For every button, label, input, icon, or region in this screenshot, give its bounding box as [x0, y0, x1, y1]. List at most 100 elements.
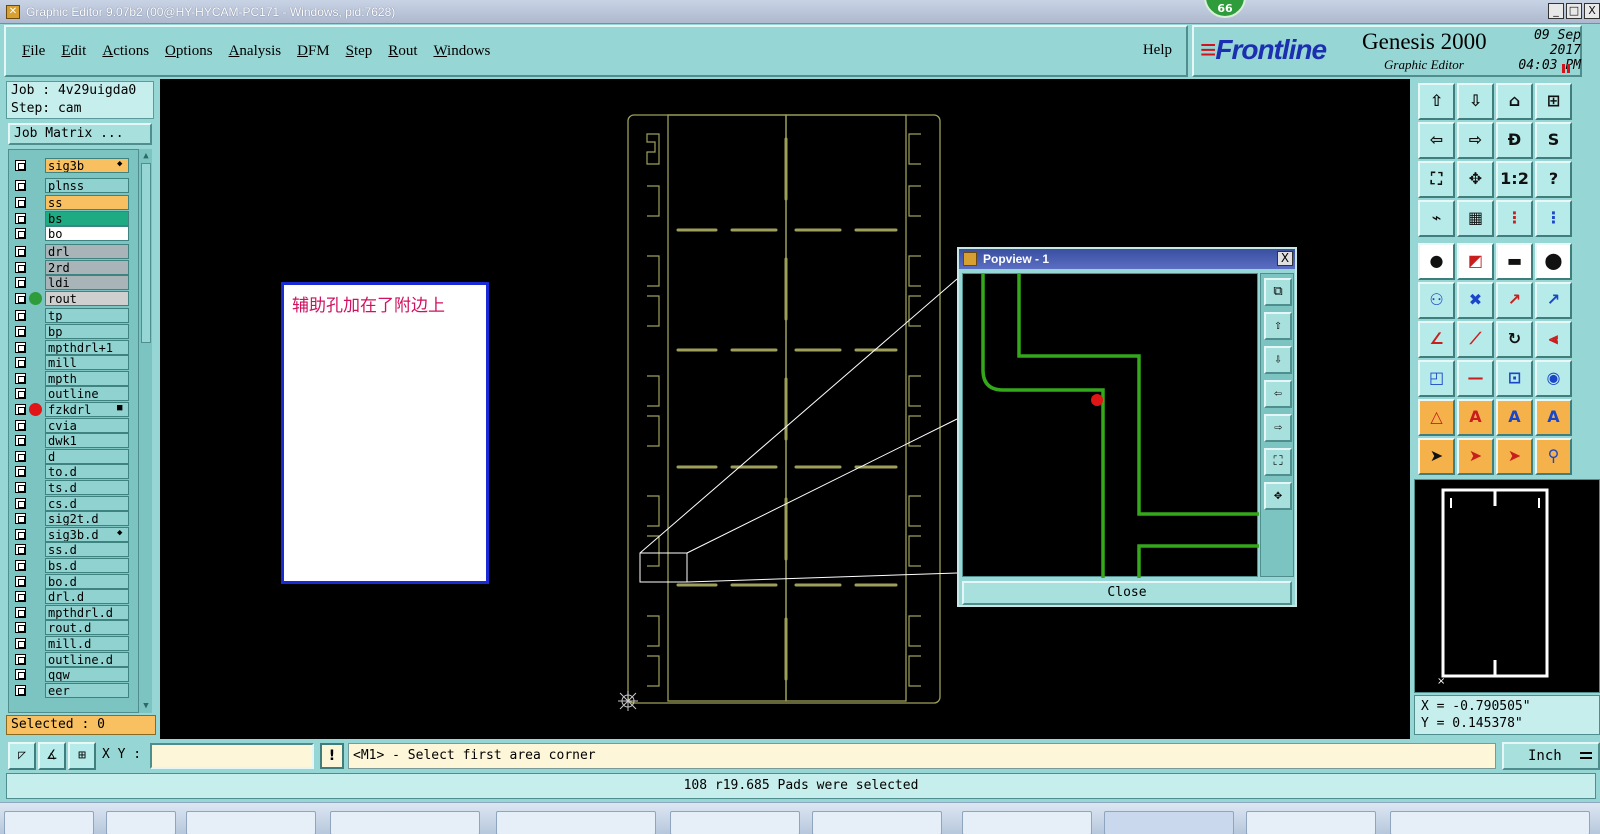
layer-row[interactable]: sig3b.d ◆ — [9, 526, 143, 542]
ruler-icon[interactable]: ▬ — [1496, 243, 1533, 280]
scrollbar-thumb[interactable] — [141, 163, 151, 343]
home-icon[interactable]: ⌂ — [1496, 83, 1533, 120]
layer-row[interactable]: fzkdrl ■ — [9, 402, 143, 417]
menu-item[interactable]: Analysis — [229, 43, 282, 60]
layer-row[interactable]: sig2t.d — [9, 511, 143, 527]
layer-checkbox[interactable] — [15, 160, 26, 171]
layer-checkbox[interactable] — [15, 292, 26, 304]
popview-zoom-icon[interactable]: ⧉ — [1264, 278, 1292, 306]
delete-icon[interactable]: ✖ — [1457, 282, 1494, 319]
pause-icon[interactable] — [1562, 64, 1570, 73]
layer-row[interactable]: d — [9, 448, 143, 464]
layer-checkbox[interactable] — [15, 197, 26, 209]
layer-checkbox[interactable] — [15, 261, 26, 273]
select-area-icon[interactable]: △ — [1418, 399, 1455, 436]
menu-item[interactable]: Edit — [61, 43, 86, 60]
add-pad-icon[interactable]: ● — [1418, 243, 1455, 280]
layer-row[interactable]: rout — [9, 290, 143, 306]
layer-checkbox[interactable] — [15, 212, 26, 224]
layer-checkbox[interactable] — [15, 669, 26, 681]
layer-filter-icon[interactable]: ⋮ — [1496, 200, 1533, 237]
popview-canvas[interactable] — [962, 273, 1259, 578]
layer-checkbox[interactable] — [15, 591, 26, 603]
menu-item[interactable]: DFM — [297, 43, 330, 60]
snap-icon[interactable]: S — [1535, 122, 1572, 159]
layer-row[interactable]: bo.d — [9, 573, 143, 589]
layer-checkbox[interactable] — [15, 246, 26, 257]
layer-checkbox[interactable] — [15, 310, 26, 322]
layer-checkbox[interactable] — [15, 622, 26, 634]
redraw-icon[interactable]: Ð — [1496, 122, 1533, 159]
close-window-button[interactable]: X — [1584, 3, 1600, 19]
layer-row[interactable]: bo — [9, 226, 143, 242]
layer-row[interactable]: ss — [9, 195, 143, 211]
layer-checkbox[interactable] — [15, 497, 26, 509]
menu-item[interactable]: File — [22, 43, 45, 60]
measure-icon[interactable]: ⌁ — [1418, 200, 1455, 237]
menu-item[interactable]: Options — [165, 43, 213, 60]
menu-item[interactable]: Windows — [433, 43, 490, 60]
select-circle-pointer-icon[interactable]: ➤ — [1496, 438, 1533, 475]
select-box-pointer-icon[interactable]: ➤ — [1457, 438, 1494, 475]
layer-row[interactable]: mpth — [9, 370, 143, 386]
pan-down-icon[interactable]: ⇩ — [1457, 83, 1494, 120]
taskbar-item-active[interactable] — [1104, 811, 1234, 834]
maximize-button[interactable]: □ — [1566, 3, 1582, 19]
taskbar-item[interactable] — [496, 811, 656, 834]
taskbar-item[interactable] — [330, 811, 480, 834]
layer-row[interactable]: mill.d — [9, 636, 143, 651]
layer-checkbox[interactable] — [15, 228, 26, 240]
net-filter-icon[interactable]: ⋮ — [1535, 200, 1572, 237]
layer-checkbox[interactable] — [15, 357, 26, 369]
popview-close-button[interactable]: Close — [962, 581, 1292, 605]
select-net-icon[interactable]: A — [1535, 399, 1572, 436]
layer-checkbox[interactable] — [15, 653, 26, 665]
layer-row[interactable]: drl — [9, 244, 143, 259]
popview-pan-left-icon[interactable]: ⇦ — [1264, 380, 1292, 408]
popview-close-icon[interactable]: X — [1277, 251, 1293, 266]
layer-row[interactable]: to.d — [9, 464, 143, 480]
popview-pan-up-icon[interactable]: ⇧ — [1264, 312, 1292, 340]
layer-checkbox[interactable] — [15, 277, 26, 289]
break-icon[interactable]: — — [1457, 360, 1494, 397]
menu-item[interactable]: Rout — [388, 43, 417, 60]
move-copy-icon[interactable]: ↗ — [1535, 282, 1572, 319]
transform-icon[interactable]: ⊡ — [1496, 360, 1533, 397]
layer-row[interactable]: bp — [9, 324, 143, 339]
taskbar-item[interactable] — [186, 811, 316, 834]
layer-row[interactable]: 2rd — [9, 259, 143, 275]
popview-pan-right-icon[interactable]: ⇨ — [1264, 414, 1292, 442]
layer-row[interactable]: ts.d — [9, 480, 143, 495]
menu-item[interactable]: Actions — [102, 43, 149, 60]
layer-checkbox[interactable] — [15, 404, 26, 415]
layer-row[interactable]: bs.d — [9, 558, 143, 573]
select-touch-icon[interactable]: A — [1496, 399, 1533, 436]
zoom-fit-icon[interactable]: ⛶ — [1418, 161, 1455, 198]
taskbar-item[interactable] — [4, 811, 94, 834]
layer-row[interactable]: outline — [9, 386, 143, 402]
layer-row[interactable]: bs — [9, 210, 143, 226]
xy-input[interactable] — [150, 743, 314, 769]
taskbar-item[interactable] — [812, 811, 942, 834]
system-tray[interactable] — [1390, 811, 1590, 834]
snap-angle-icon[interactable]: ∡ — [38, 742, 66, 770]
layer-row[interactable]: eer — [9, 682, 143, 698]
layer-checkbox[interactable] — [15, 341, 26, 353]
layer-checkbox[interactable] — [15, 684, 26, 696]
query-icon[interactable]: ? — [1535, 161, 1572, 198]
layer-row[interactable]: sig3b ◆ — [9, 158, 143, 173]
pan-up-icon[interactable]: ⇧ — [1418, 83, 1455, 120]
layer-row[interactable]: plnss — [9, 177, 143, 193]
taskbar-item[interactable] — [670, 811, 800, 834]
scroll-up-icon[interactable]: ▲ — [140, 150, 152, 162]
layer-checkbox[interactable] — [15, 560, 26, 571]
connect-icon[interactable]: ⚇ — [1418, 282, 1455, 319]
layer-row[interactable]: mpthdrl.d — [9, 604, 143, 620]
minimize-button[interactable]: _ — [1548, 3, 1564, 19]
layer-row[interactable]: cvia — [9, 417, 143, 433]
units-dropdown[interactable]: Inch — [1502, 742, 1600, 770]
layer-row[interactable]: ss.d — [9, 542, 143, 558]
menu-item[interactable]: Step — [346, 43, 373, 60]
zoom-one-to-two-icon[interactable]: 1:2 — [1496, 161, 1533, 198]
resize-icon[interactable]: ◰ — [1418, 360, 1455, 397]
